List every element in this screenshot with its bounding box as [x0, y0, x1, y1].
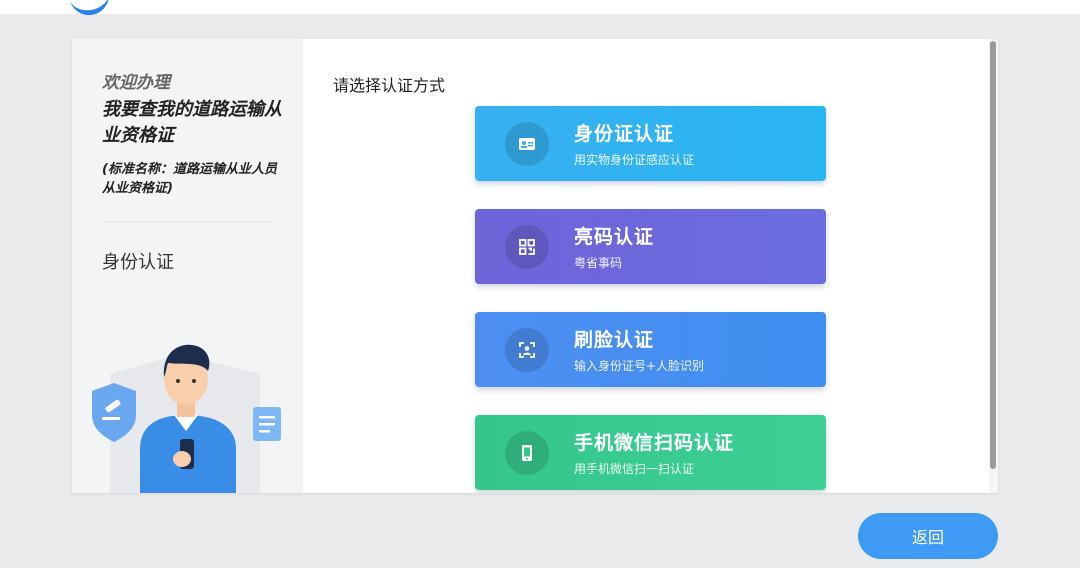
method-title: 刷脸认证: [574, 329, 655, 351]
id-card-icon: [505, 122, 549, 166]
service-title: 我要查我的道路运输从业资格证: [102, 99, 282, 146]
method-subtitle: 粤省事码: [574, 256, 623, 270]
id-card-auth-button[interactable]: 身份证认证 用实物身份证感应认证: [475, 106, 826, 181]
back-button[interactable]: 返回: [858, 513, 998, 559]
document-icon: [253, 407, 281, 441]
face-auth-button[interactable]: 刷脸认证 输入身份证号+人脸识别: [475, 312, 826, 387]
current-step-label: 身份认证: [102, 252, 174, 273]
main-card: 欢迎办理 我要查我的道路运输从业资格证 (标准名称：道路运输从业人员从业资格证)…: [72, 39, 998, 493]
sidebar-divider: [102, 221, 272, 222]
method-subtitle: 用手机微信扫一扫认证: [574, 462, 695, 476]
logo-icon: [67, 0, 113, 19]
user-illustration: [92, 344, 281, 493]
method-title: 亮码认证: [574, 226, 655, 248]
method-subtitle: 输入身份证号+人脸识别: [574, 359, 705, 373]
page-title: 请选择认证方式: [333, 76, 446, 95]
face-scan-icon: [505, 328, 549, 372]
show-code-auth-button[interactable]: 亮码认证 粤省事码: [475, 209, 826, 284]
standard-name: (标准名称：道路运输从业人员从业资格证): [102, 162, 277, 196]
wechat-scan-auth-button[interactable]: 手机微信扫码认证 用手机微信扫一扫认证: [475, 415, 826, 490]
top-bar: [0, 0, 1080, 19]
qr-code-icon: [505, 225, 549, 269]
method-subtitle: 用实物身份证感应认证: [574, 153, 695, 167]
method-title: 手机微信扫码认证: [574, 432, 735, 454]
sidebar: 欢迎办理 我要查我的道路运输从业资格证 (标准名称：道路运输从业人员从业资格证)…: [72, 39, 303, 493]
method-title: 身份证认证: [574, 123, 675, 145]
phone-icon: [505, 431, 549, 475]
welcome-text: 欢迎办理: [102, 73, 170, 93]
scrollbar-thumb[interactable]: [990, 41, 996, 469]
